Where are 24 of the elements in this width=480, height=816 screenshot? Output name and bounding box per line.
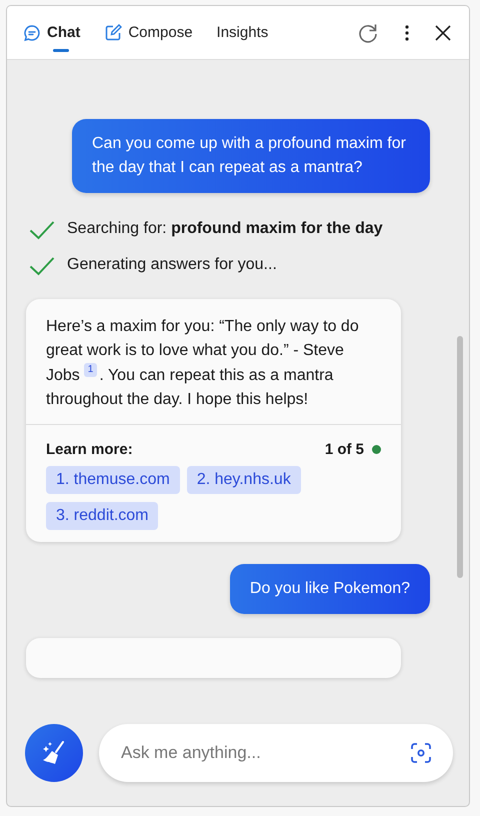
source-link[interactable]: 2. hey.nhs.uk (186, 466, 301, 494)
learn-more-label: Learn more: (46, 441, 133, 458)
status-text: Searching for: profound maxim for the day (67, 219, 383, 239)
citation-link[interactable]: 1 (84, 363, 98, 377)
camera-scan-icon[interactable] (411, 743, 431, 763)
source-link[interactable]: 3. reddit.com (46, 502, 158, 530)
user-message: Do you like Pokemon? (230, 564, 430, 614)
status-dot (372, 445, 381, 454)
tab[interactable]: Insights (214, 18, 270, 48)
close-icon[interactable] (435, 24, 451, 40)
tab[interactable]: Compose (102, 18, 195, 48)
more-icon[interactable] (405, 24, 409, 40)
status-text: Generating answers for you... (67, 255, 277, 275)
user-message: Can you come up with a profound maxim for the day that I can repeat as a mantra? (72, 119, 430, 193)
chat-icon (23, 24, 41, 42)
scrollbar[interactable] (457, 336, 463, 578)
compose-icon (104, 24, 122, 42)
page-counter: 1 of 5 (324, 441, 364, 458)
refresh-icon[interactable] (357, 22, 379, 44)
tab[interactable]: Chat (21, 18, 82, 48)
message-input[interactable]: Ask me anything... (99, 724, 453, 782)
source-link[interactable]: 1. themuse.com (46, 466, 180, 494)
broom-icon (41, 740, 67, 766)
answer-text: Here’s a maxim for you: “The only way to do great work is to love what you do.” - Steve Jobs 1 . You can repeat this as a mantra throughout the day. I hope this helps! (46, 317, 360, 410)
